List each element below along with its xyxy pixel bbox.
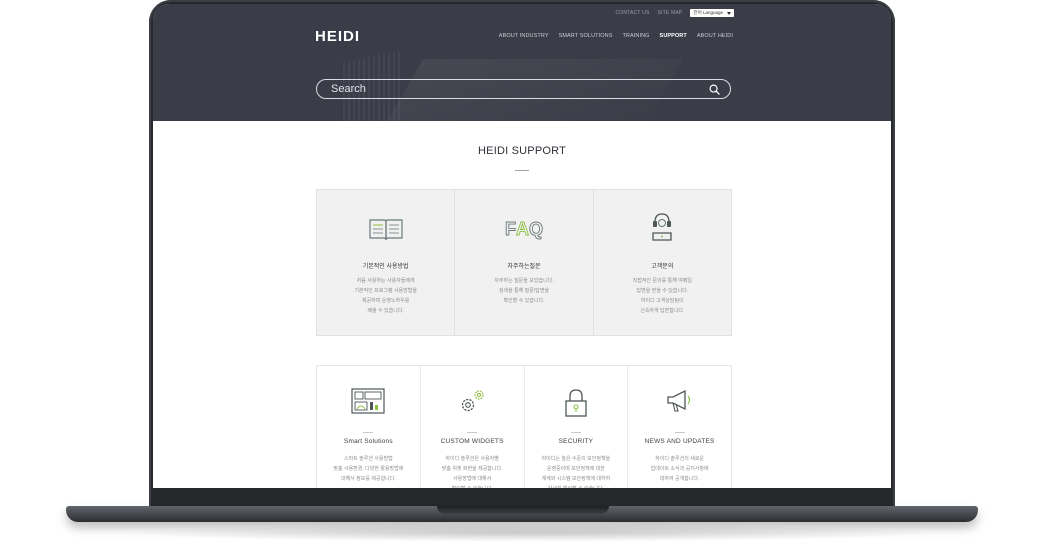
heidi-logo[interactable]: HEIDI [315,28,360,45]
card-description: 처음 사용하는 사용자들에게 기본적인 프로그램 사용방법을 제공하며 운영노하… [354,278,417,314]
card-title: NEWS AND UPDATES [644,438,715,445]
site-map-link[interactable]: SITE MAP [658,10,683,16]
faq-icon: F A Q [505,219,544,240]
nav-smart-solutions[interactable]: SMART SOLUTIONS [559,33,613,39]
card-divider [570,432,581,433]
main-nav: ABOUT INDUSTRY SMART SOLUTIONS TRAINING … [499,33,733,39]
card-customer-inquiry[interactable]: 고객문의 직접적인 문의를 통해 여쭤일 답변을 받을 수 있습니다. 하이디 … [594,190,731,335]
support-cards-top: 기본적인 사용방법 처음 사용하는 사용자들에게 기본적인 프로그램 사용방법을… [316,189,732,336]
card-title: CUSTOM WIDGETS [440,438,504,445]
card-description: 하이디는 높은 수준의 보안정책을 운영중이며 보안정책에 대한 계계와 시스템… [541,456,611,488]
book-icon [369,219,403,241]
page-title: HEIDI SUPPORT [478,145,566,157]
nav-about-heidi[interactable]: ABOUT HEIDI [697,33,733,39]
card-divider [363,432,374,433]
chevron-down-icon [727,11,731,15]
card-description: 스마트 솔루션 사용방법 맞춤 사용환경, 다양한 활용방법에 대해서 정보를 … [333,456,404,482]
card-smart-solutions[interactable]: Smart Solutions 스마트 솔루션 사용방법 맞춤 사용환경, 다양… [317,366,421,488]
language-select[interactable]: 언어 Language [690,9,734,17]
card-description: 직접적인 문의를 통해 여쭤일 답변을 받을 수 있습니다. 하이디 고객상담팀… [632,278,692,314]
utility-bar: CONTACT US SITE MAP 언어 Language [615,9,734,17]
card-title: 자주하는질문 [507,264,541,270]
laptop-screen: CONTACT US SITE MAP 언어 Language HEIDI AB… [153,4,891,488]
search-icon[interactable] [709,84,720,95]
header-banner: CONTACT US SITE MAP 언어 Language HEIDI AB… [153,4,891,121]
card-title: Smart Solutions [343,438,393,445]
svg-text:Q: Q [529,219,543,239]
title-divider [515,170,529,171]
card-title: 기본적인 사용방법 [362,264,409,270]
lock-icon [565,389,587,417]
card-description: 자주하는 질문을 모았습니다. 검색을 통해 질문/답변을 확인할 수 있습니다… [494,278,554,304]
svg-text:A: A [516,219,529,239]
card-title: 고객문의 [651,264,674,270]
card-divider [674,432,685,433]
megaphone-icon [666,389,690,412]
card-basic-usage[interactable]: 기본적인 사용방법 처음 사용하는 사용자들에게 기본적인 프로그램 사용방법을… [317,190,456,335]
svg-text:F: F [505,219,516,239]
card-custom-widgets[interactable]: CUSTOM WIDGETS 하이디 솔루션은 사용자별 맞춤 위젯 화면을 제… [421,366,525,488]
contact-us-link[interactable]: CONTACT US [615,10,649,16]
language-select-label: 언어 Language [693,10,723,15]
dashboard-icon [351,388,385,414]
card-title: SECURITY [558,438,594,445]
support-cards-bottom: Smart Solutions 스마트 솔루션 사용방법 맞춤 사용환경, 다양… [316,365,732,488]
card-security[interactable]: SECURITY 하이디는 높은 수준의 보안정책을 운영중이며 보안정책에 대… [525,366,629,488]
nav-about-industry[interactable]: ABOUT INDUSTRY [499,33,549,39]
nav-support[interactable]: SUPPORT [660,33,687,39]
search-bar [316,79,731,99]
search-input[interactable] [331,83,709,95]
card-description: 하이디 솔루션은 사용자별 맞춤 위젯 화면을 제공합니다. 사용방법에 대해서… [441,456,503,488]
card-faq[interactable]: F A Q 자주하는질문 자주하는 질문을 모았습니다. 검색을 통해 질문/답… [455,190,594,335]
laptop-notch [437,506,609,514]
laptop-shadow [120,524,940,542]
card-news-updates[interactable]: NEWS AND UPDATES 하이디 솔루션의 새로운 업데이트 소식과 공… [628,366,731,488]
headset-icon [652,213,672,241]
card-description: 하이디 솔루션의 새로운 업데이트 소식과 공지사항에 대하여 공개합니다. [650,456,709,482]
nav-training[interactable]: TRAINING [622,33,649,39]
gears-icon [461,390,484,412]
card-divider [467,432,478,433]
